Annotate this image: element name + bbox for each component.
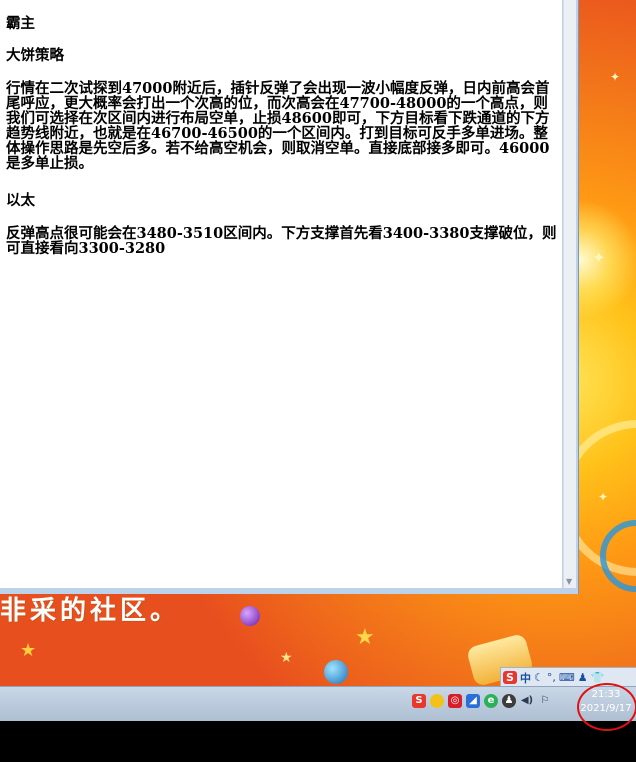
action-center-icon[interactable]: ⚐ bbox=[538, 694, 552, 708]
punctuation-icon[interactable]: °, bbox=[547, 671, 556, 684]
star-icon: ★ bbox=[355, 625, 375, 650]
red-app-icon[interactable]: ◎ bbox=[448, 694, 462, 708]
user-icon[interactable]: ♟ bbox=[578, 671, 588, 684]
blue-app-icon[interactable]: ◢ bbox=[466, 694, 480, 708]
paragraph-btc: 行情在二次试探到47000附近后，插针反弹了会出现一波小幅度反弹，日内前高会首尾… bbox=[6, 80, 550, 172]
shirt-icon[interactable]: 👕 bbox=[591, 671, 605, 684]
heading-bazhu: 霸主 bbox=[6, 15, 35, 32]
star-icon: ★ bbox=[20, 640, 37, 661]
taskbar: S ◎ ◢ e ♟ ◀) ⚐ bbox=[0, 686, 636, 721]
sogou-logo-icon[interactable]: S bbox=[503, 671, 517, 684]
text-editor-window[interactable]: 霸主 大饼策略 行情在二次试探到47000附近后，插针反弹了会出现一波小幅度反弹… bbox=[0, 0, 579, 594]
heading-eth: 以太 bbox=[6, 192, 35, 209]
scroll-down-arrow-icon[interactable]: ▼ bbox=[566, 577, 572, 586]
vertical-scrollbar[interactable]: ▼ bbox=[563, 0, 576, 588]
wallpaper-orb bbox=[240, 606, 260, 626]
paragraph-eth: 反弹高点很可能会在3480-3510区间内。下方支撑首先看3400-3380支撑… bbox=[6, 225, 557, 257]
volume-icon[interactable]: ◀) bbox=[520, 694, 534, 708]
wallpaper-orb bbox=[324, 660, 348, 684]
system-tray: S ◎ ◢ e ♟ ◀) ⚐ bbox=[412, 694, 552, 708]
yellow-app-icon[interactable] bbox=[430, 694, 444, 708]
network-user-icon[interactable]: ♟ bbox=[502, 694, 516, 708]
sparkle-icon: ✦ bbox=[592, 248, 606, 267]
ime-mode-indicator[interactable]: 中 bbox=[520, 670, 531, 686]
wallpaper-text: 非采的社区。 bbox=[0, 596, 181, 626]
highlight-circle-annotation bbox=[577, 683, 636, 731]
heading-btc-strategy: 大饼策略 bbox=[6, 47, 64, 64]
document-area[interactable]: 霸主 大饼策略 行情在二次试探到47000附近后，插针反弹了会出现一波小幅度反弹… bbox=[0, 0, 562, 588]
star-icon: ★ bbox=[280, 650, 293, 666]
sogou-tray-icon[interactable]: S bbox=[412, 694, 426, 708]
moon-icon[interactable]: ☾ bbox=[534, 671, 544, 684]
keyboard-icon[interactable]: ⌨ bbox=[559, 671, 575, 684]
security-icon[interactable]: e bbox=[484, 694, 498, 708]
sparkle-icon: ✦ bbox=[610, 70, 621, 84]
sparkle-icon: ✦ bbox=[598, 490, 609, 504]
